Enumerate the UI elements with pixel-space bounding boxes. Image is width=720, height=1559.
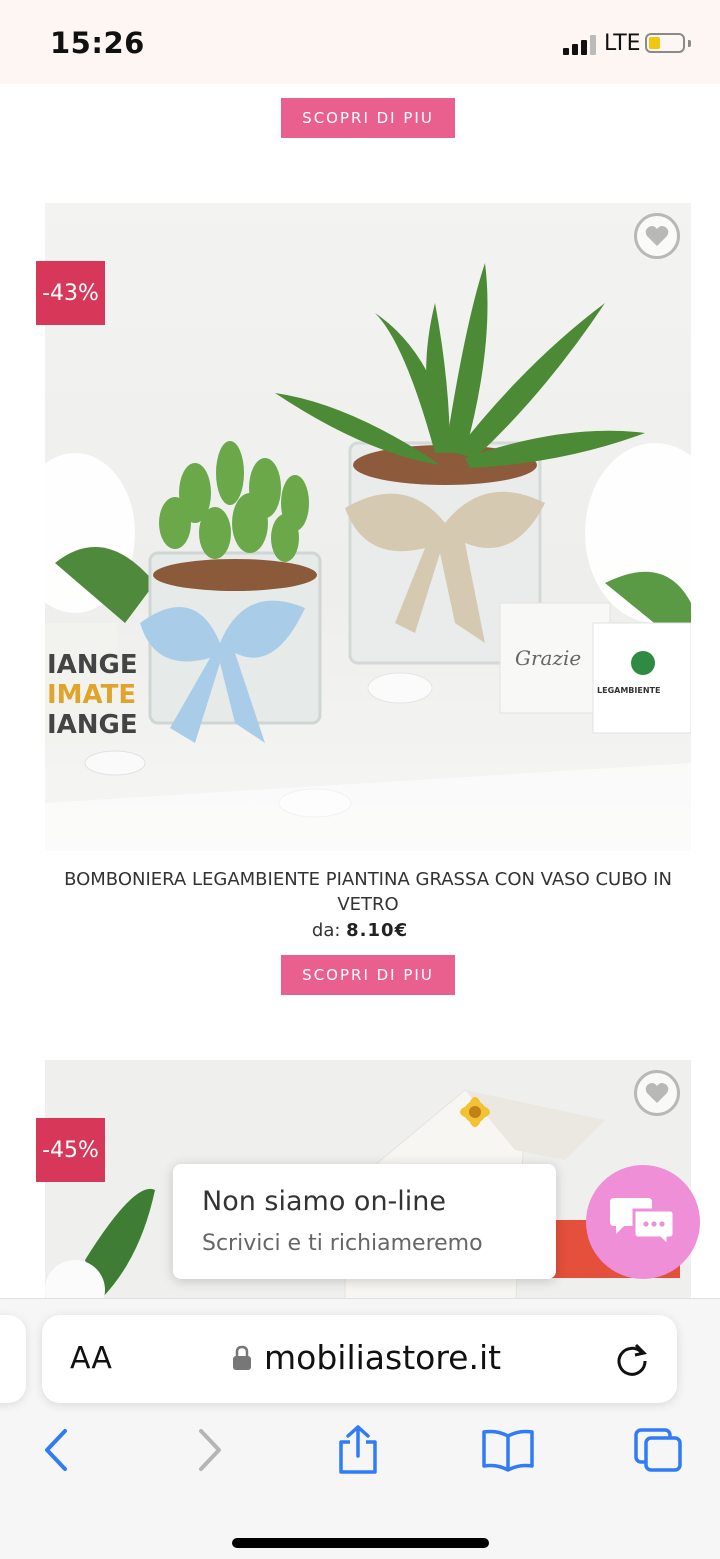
share-icon	[339, 1425, 377, 1474]
battery-tip	[688, 40, 691, 47]
chat-button[interactable]	[586, 1165, 700, 1279]
chat-subtitle: Scrivici e ti richiameremo	[202, 1231, 483, 1256]
right-card-word: Grazie	[515, 646, 581, 670]
chat-icon	[610, 1198, 676, 1250]
product-price-1: da: 8.10€	[0, 920, 720, 941]
address-bar[interactable]: AA mobiliastore.it	[42, 1315, 677, 1403]
share-button[interactable]	[330, 1425, 386, 1475]
wishlist-heart-button-2[interactable]	[634, 1070, 680, 1116]
bookmarks-button[interactable]	[480, 1425, 536, 1475]
chat-offline-bubble[interactable]: Non siamo on-line Scrivici e ti richiame…	[173, 1164, 556, 1279]
price-value: 8.10€	[346, 920, 409, 941]
discover-more-button-top[interactable]: SCOPRI DI PIU	[281, 98, 455, 138]
lock-icon	[233, 1345, 251, 1370]
browser-chrome: AA mobiliastore.it	[0, 1298, 720, 1559]
status-time: 15:26	[50, 26, 145, 60]
network-label: LTE	[604, 31, 641, 56]
status-bar: 15:26 LTE	[0, 0, 720, 84]
left-card-line-2: IMATE	[47, 680, 136, 710]
discount-badge-2: -45%	[36, 1118, 105, 1182]
discover-more-button-1[interactable]: SCOPRI DI PIU	[281, 955, 455, 995]
text-size-label: AA	[70, 1341, 112, 1376]
bookmarks-icon	[482, 1429, 534, 1472]
forward-icon	[199, 1429, 221, 1471]
heart-icon	[645, 226, 669, 246]
chat-title: Non siamo on-line	[202, 1186, 447, 1217]
home-indicator[interactable]	[232, 1538, 489, 1548]
reload-icon[interactable]	[614, 1341, 650, 1377]
wishlist-heart-button-1[interactable]	[634, 213, 680, 259]
tabs-button[interactable]	[630, 1425, 686, 1475]
previous-tab-peek[interactable]	[0, 1315, 26, 1403]
url-text[interactable]: mobiliastore.it	[264, 1338, 501, 1377]
back-button[interactable]	[28, 1425, 84, 1475]
battery-icon	[645, 33, 685, 53]
page-content: SCOPRI DI PIU IANGE IMATE IANGE Grazie L…	[0, 84, 720, 1298]
left-card-line-3: IANGE	[47, 710, 138, 740]
text-size-button[interactable]: AA	[70, 1341, 112, 1376]
discount-badge-1: -43%	[36, 261, 105, 325]
tabs-icon	[634, 1428, 682, 1472]
right-card-brand: LEGAMBIENTE	[597, 686, 660, 695]
product-image-1[interactable]: IANGE IMATE IANGE Grazie LEGAMBIENTE	[45, 203, 691, 851]
price-prefix: da:	[311, 920, 341, 941]
signal-icon	[563, 33, 599, 55]
left-card-line-1: IANGE	[47, 650, 138, 680]
product-photo: IANGE IMATE IANGE Grazie LEGAMBIENTE	[45, 263, 691, 851]
product-title-1[interactable]: BOMBONIERA LEGAMBIENTE PIANTINA GRASSA C…	[60, 867, 676, 917]
forward-button[interactable]	[182, 1425, 238, 1475]
back-icon	[45, 1429, 67, 1471]
heart-icon	[645, 1083, 669, 1103]
